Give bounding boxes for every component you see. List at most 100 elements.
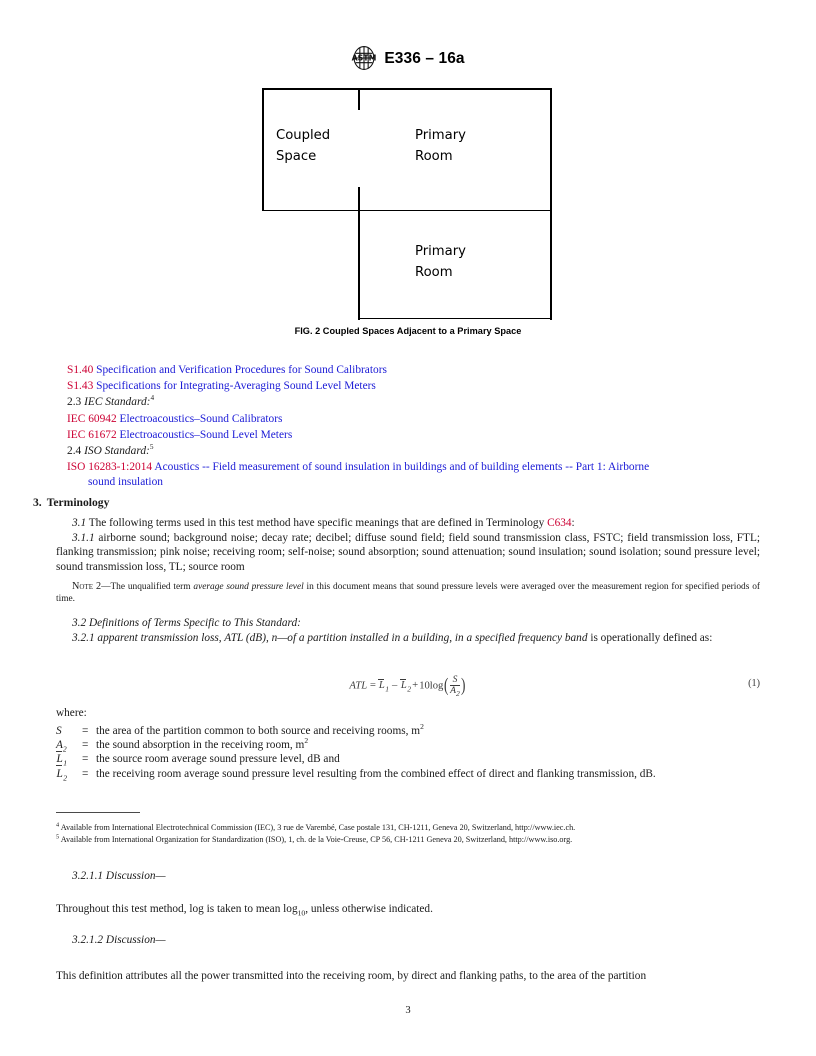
section-number: 3.: [33, 496, 42, 509]
symbol-s-description: the area of the partition common to both…: [96, 722, 760, 738]
partition-upper-segment: [358, 88, 360, 110]
symbol-l2-description: the receiving room average sound pressur…: [96, 767, 656, 780]
reference-title-continued: sound insulation: [56, 474, 760, 490]
table-row: A 2 = the sound absorption in the receivi…: [56, 736, 760, 753]
equation-1-expression: ATL = L1– L2+10log(S A2): [56, 674, 760, 697]
equation-fraction: S A2: [450, 674, 460, 697]
symbol-a2-unit-exponent: 2: [304, 736, 309, 746]
reference-designation[interactable]: IEC 60942: [67, 413, 117, 425]
equation-plus: +: [411, 680, 419, 692]
iso-standard-heading: 2.4 ISO Standard:5: [56, 443, 760, 459]
paragraph-3-1-1-text: airborne sound; background noise; decay …: [56, 531, 760, 573]
reference-title[interactable]: Specification and Verification Procedure…: [96, 364, 387, 376]
upper-room-bottom-wall: [262, 209, 552, 212]
svg-text:ASTM: ASTM: [352, 54, 377, 63]
note-2-body: Note 2—The unqualified term average soun…: [56, 580, 760, 606]
astm-logo-icon: ASTM: [351, 45, 377, 71]
paragraph-number-3-2: 3.2: [72, 617, 87, 629]
discussion-2-label: Discussion—: [105, 934, 166, 946]
equation-l2-subscript: 2: [407, 684, 412, 694]
symbol-l2-overbar: L: [56, 765, 63, 781]
paragraph-3-2-title: Definitions of Terms Specific to This St…: [88, 617, 301, 629]
room-label-coupled-space: Coupled Space: [276, 128, 331, 164]
discussion-3-2-1-1-heading: 3.2.1.1 Discussion—: [56, 869, 760, 884]
equation-close-paren: ): [461, 674, 466, 696]
reference-designation[interactable]: S1.43: [67, 380, 93, 392]
symbol-a2-glyph: A: [56, 738, 63, 751]
paragraph-3-2-1: 3.2.1 apparent transmission loss, ATL (d…: [56, 631, 760, 646]
symbol-l1-description: the source room average sound pressure l…: [96, 753, 340, 766]
symbol-a2-description: the sound absorption in the receiving ro…: [96, 736, 760, 752]
reference-item: IEC 61672 Electroacoustics–Sound Level M…: [56, 427, 760, 443]
lower-room-bottom-wall: [358, 317, 552, 320]
iso-heading-number: 2.4: [67, 444, 82, 457]
reference-title[interactable]: Acoustics -- Field measurement of sound …: [154, 461, 649, 473]
discussion-1-body-before: Throughout this test method, log is take…: [56, 903, 298, 915]
discussion-3-2-1-2-heading: 3.2.1.2 Discussion—: [56, 933, 760, 948]
footnote-5-text: Available from International Organizatio…: [60, 834, 573, 844]
note-2-label: Note 2: [72, 581, 102, 592]
terminology-reference-c634[interactable]: C634: [547, 517, 571, 529]
footnote-4-marker: 4: [56, 821, 60, 829]
reference-title[interactable]: Electroacoustics–Sound Level Meters: [120, 429, 293, 441]
symbol-s-glyph: S: [56, 724, 62, 737]
iec-heading-number: 2.3: [67, 396, 82, 409]
reference-designation[interactable]: ISO 16283-1:2014: [67, 461, 152, 473]
equation-l1-subscript: 1: [385, 684, 390, 694]
equation-l2-symbol: L: [400, 680, 407, 692]
paragraph-number-3-1: 3.1: [72, 517, 87, 529]
symbol-l2-subscript: 2: [63, 772, 68, 782]
lower-room-left-wall: [358, 209, 360, 320]
discussion-2-body-text: This definition attributes all the power…: [56, 970, 647, 982]
lower-room-right-wall: [550, 209, 552, 320]
page-number: 3: [405, 1005, 411, 1016]
reference-designation[interactable]: S1.40: [67, 364, 93, 376]
reference-title[interactable]: Electroacoustics–Sound Calibrators: [120, 413, 283, 425]
footnote-4: 4 Available from International Electrote…: [56, 822, 760, 834]
where-label: where:: [56, 707, 87, 719]
symbol-s-equals: =: [82, 724, 89, 737]
symbol-l1-equals: =: [82, 753, 89, 766]
symbol-a2-text: the sound absorption in the receiving ro…: [96, 738, 305, 751]
iso-heading-footnote-marker: 5: [149, 442, 154, 452]
document-designation: E336 – 16a: [384, 50, 465, 67]
section-title: Terminology: [46, 496, 110, 509]
discussion-1-body-text: Throughout this test method, log is take…: [56, 902, 760, 917]
equation-term-l1: L: [378, 678, 385, 691]
equation-log-coefficient: 10log: [419, 680, 444, 692]
paragraph-number-3-2-1: 3.2.1: [72, 631, 95, 644]
equation-minus: –: [392, 680, 398, 692]
reference-title[interactable]: Specifications for Integrating-Averaging…: [96, 380, 376, 392]
table-row: L2 = the receiving room average sound pr…: [56, 765, 760, 782]
references-list: S1.40 Specification and Verification Pro…: [56, 362, 760, 491]
upper-room-top-wall: [262, 88, 552, 90]
footnotes-block: 4 Available from International Electrote…: [56, 822, 760, 845]
equation-equals: =: [369, 680, 377, 692]
figure-2-diagram: Coupled Space Primary Room Primary Room: [262, 88, 554, 320]
reference-designation[interactable]: IEC 61672: [67, 429, 117, 441]
footnote-separator-rule: [56, 812, 140, 813]
discussion-3-2-1-2-body: This definition attributes all the power…: [56, 969, 760, 984]
partition-lower-segment: [358, 187, 360, 211]
footnote-5-marker: 5: [56, 832, 60, 840]
iso-heading-label: ISO Standard:: [84, 444, 150, 457]
reference-title-wrap[interactable]: sound insulation: [88, 476, 163, 488]
symbol-s-text: the area of the partition common to both…: [96, 724, 421, 737]
discussion-2-number: 3.2.1.2: [72, 934, 104, 946]
reference-item: ISO 16283-1:2014 Acoustics -- Field meas…: [56, 459, 760, 475]
equation-denominator: A2: [450, 685, 460, 697]
iec-standard-heading: 2.3 IEC Standard:4: [56, 394, 760, 410]
reference-item: S1.40 Specification and Verification Pro…: [56, 362, 760, 378]
upper-room-left-wall: [262, 88, 264, 211]
discussion-1-number: 3.2.1.1: [72, 870, 104, 882]
paragraph-3-2-1-tail: is operationally defined as:: [590, 631, 713, 644]
room-label-primary-room-upper: Primary Room: [415, 128, 466, 164]
symbol-l2-equals: =: [82, 767, 89, 780]
iec-heading-footnote-marker: 4: [150, 393, 155, 403]
terminology-paragraphs: 3.1 The following terms used in this tes…: [56, 516, 760, 574]
where-definitions-block: where: S = the area of the partition com…: [56, 706, 760, 781]
footnote-5: 5 Available from International Organizat…: [56, 832, 760, 846]
footnote-4-text: Available from International Electrotech…: [60, 823, 576, 832]
paragraph-number-3-1-1: 3.1.1: [72, 531, 95, 544]
paragraph-3-1-1: 3.1.1 airborne sound; background noise; …: [56, 531, 760, 575]
